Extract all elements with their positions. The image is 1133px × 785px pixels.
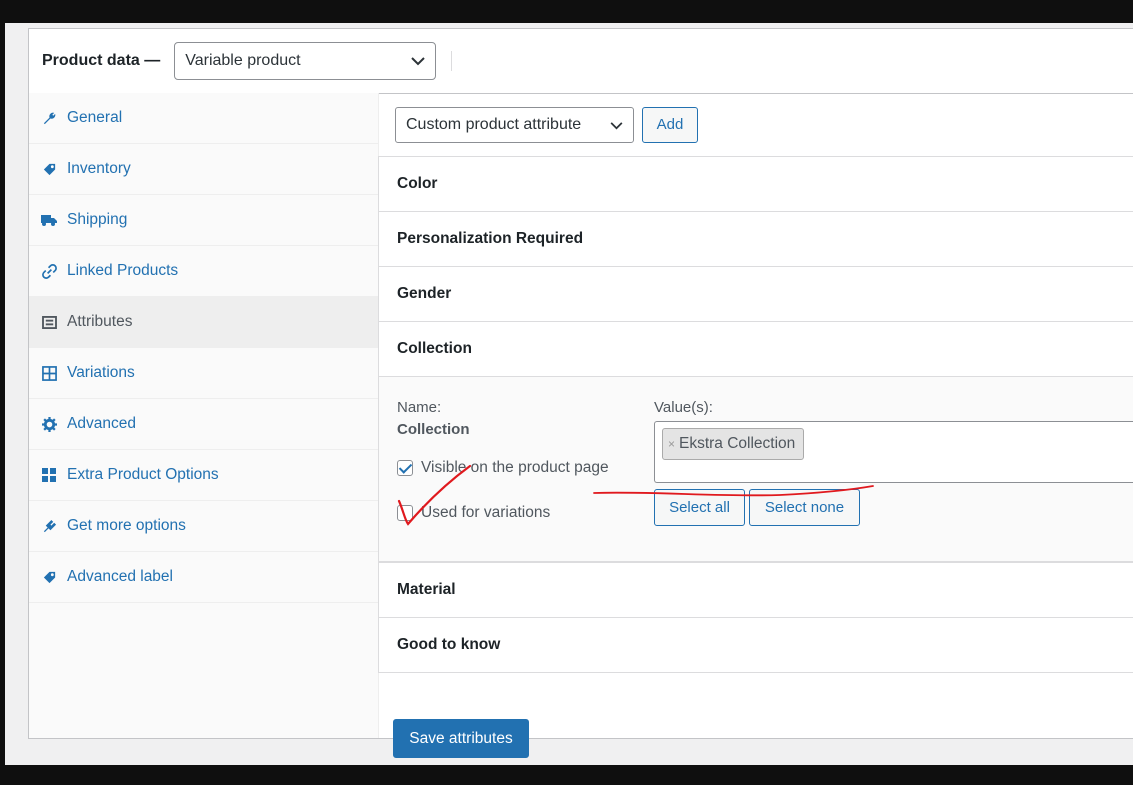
close-icon[interactable]: × (668, 437, 675, 451)
used-for-variations-row: Used for variations (397, 504, 550, 522)
select-none-button[interactable]: Select none (749, 489, 860, 526)
visible-on-product-page-checkbox[interactable] (397, 460, 413, 476)
product-data-tabs: General Inventory Shipping Linked Produc… (29, 93, 379, 738)
add-attribute-button[interactable]: Add (642, 106, 698, 143)
save-attributes-button[interactable]: Save attributes (393, 719, 529, 758)
tab-linked-products[interactable]: Linked Products (29, 246, 378, 297)
label-icon (41, 569, 57, 585)
truck-icon (41, 212, 57, 228)
value-token: × Ekstra Collection (662, 428, 805, 460)
attribute-row-collection[interactable]: Collection (378, 321, 1133, 377)
attribute-row-color[interactable]: Color (378, 156, 1133, 212)
product-type-value: Variable product (185, 52, 301, 69)
used-for-variations-label: Used for variations (421, 504, 551, 521)
name-label: Name: (397, 399, 442, 416)
collection-attribute-details: Name: Collection Value(s): × Ekstra Coll… (378, 377, 1133, 562)
page-frame: Product data — Variable product General (5, 23, 1133, 765)
tab-advanced-label[interactable]: Advanced label (29, 552, 378, 603)
attribute-name-value: Collection (397, 421, 470, 438)
chevron-down-icon (610, 117, 623, 133)
product-type-select[interactable]: Variable product (174, 42, 437, 80)
visible-on-product-page-label: Visible on the product page (421, 459, 609, 476)
product-data-panel: Product data — Variable product General (28, 28, 1133, 758)
tab-shipping[interactable]: Shipping (29, 195, 378, 246)
used-for-variations-checkbox[interactable] (397, 505, 413, 521)
product-data-header: Product data — Variable product (29, 29, 1133, 94)
product-data-title: Product data — (42, 52, 161, 69)
attribute-row-personalization[interactable]: Personalization Required (378, 211, 1133, 267)
tab-label: Inventory (67, 160, 131, 177)
attribute-row-good-to-know[interactable]: Good to know (378, 617, 1133, 673)
gear-icon (41, 416, 57, 432)
tab-label: Shipping (67, 211, 128, 228)
values-label: Value(s): (654, 399, 713, 416)
header-divider (451, 51, 453, 71)
tab-label: Attributes (67, 313, 133, 330)
tab-attributes[interactable]: Attributes (29, 297, 378, 348)
tab-label: Linked Products (67, 262, 179, 279)
blocks-icon (41, 467, 57, 483)
plugin-icon (41, 518, 57, 534)
tab-label: Variations (67, 364, 135, 381)
tab-variations[interactable]: Variations (29, 348, 378, 399)
attributes-toolbar: Custom product attribute Add (378, 93, 1133, 156)
tab-inventory[interactable]: Inventory (29, 144, 378, 195)
attributes-panel: Custom product attribute Add Color Perso… (378, 93, 1133, 758)
link-icon (41, 263, 57, 279)
tab-label: Advanced label (67, 568, 173, 585)
list-icon (41, 314, 57, 330)
chevron-down-icon (411, 53, 425, 69)
attribute-type-select[interactable]: Custom product attribute (395, 106, 634, 143)
tab-advanced[interactable]: Advanced (29, 399, 378, 450)
value-token-label: Ekstra Collection (679, 435, 796, 452)
tab-extra-product-options[interactable]: Extra Product Options (29, 450, 378, 501)
tag-icon (41, 161, 57, 177)
tab-label: Get more options (67, 517, 186, 534)
tab-label: Advanced (67, 415, 136, 432)
wrench-icon (41, 110, 57, 126)
select-all-button[interactable]: Select all (654, 489, 745, 526)
visible-on-product-page-row: Visible on the product page (397, 459, 609, 477)
tab-general[interactable]: General (29, 93, 378, 144)
attribute-row-material[interactable]: Material (378, 562, 1133, 618)
grid-icon (41, 365, 57, 381)
attribute-row-gender[interactable]: Gender (378, 266, 1133, 322)
tab-get-more-options[interactable]: Get more options (29, 501, 378, 552)
attribute-type-value: Custom product attribute (406, 115, 582, 133)
tab-label: General (67, 109, 123, 126)
values-input[interactable]: × Ekstra Collection (654, 421, 1133, 483)
tab-label: Extra Product Options (67, 466, 219, 483)
